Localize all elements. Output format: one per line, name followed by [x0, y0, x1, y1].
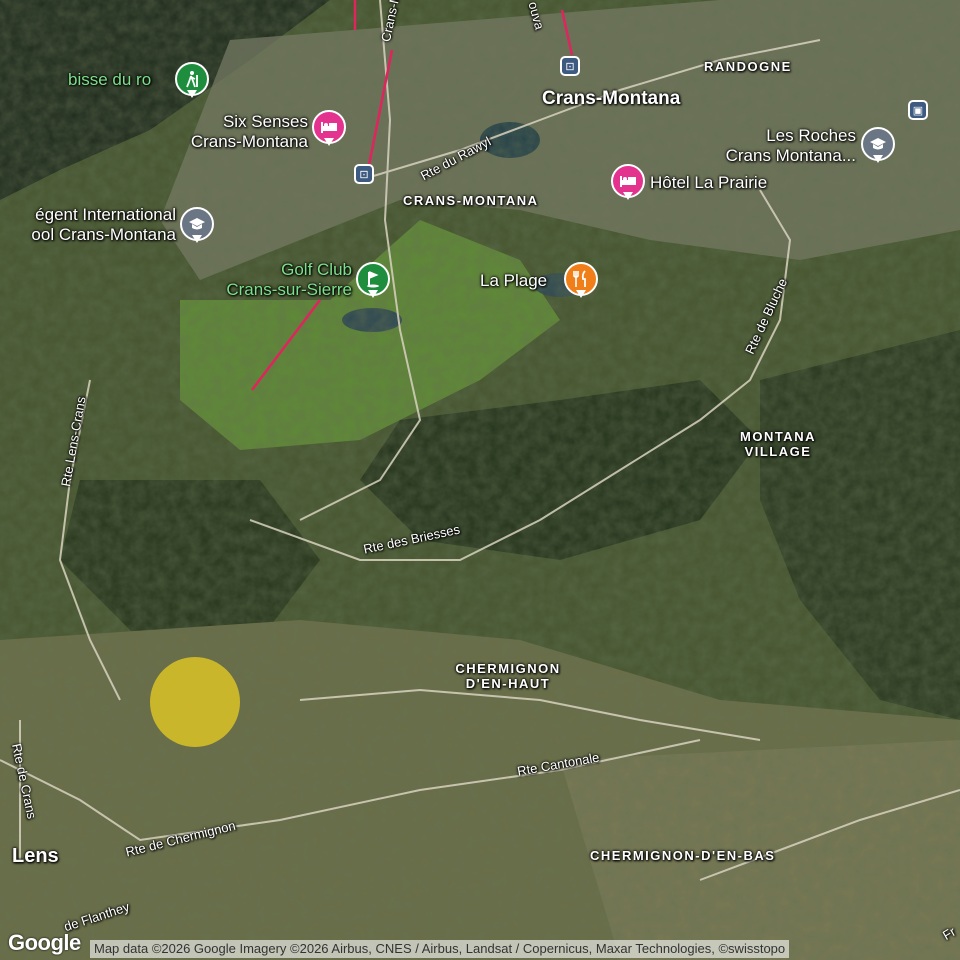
place-chermignon-en-bas[interactable]: CHERMIGNON-D'EN-BAS [590, 848, 775, 863]
place-crans-montana-small[interactable]: CRANS-MONTANA [403, 193, 539, 208]
map-attribution-bar: Google Map data ©2026 Google Imagery ©20… [0, 930, 960, 960]
poi-hotel-la-prairie[interactable] [611, 164, 645, 200]
place-montana-village-label: MONTANA VILLAGE [740, 429, 816, 459]
poi-golf-club-label[interactable]: Golf Club Crans-sur-Sierre [200, 260, 352, 300]
poi-six-senses[interactable] [312, 110, 346, 146]
poi-la-plage[interactable] [564, 262, 598, 298]
poi-hotel-la-prairie-label[interactable]: Hôtel La Prairie [650, 173, 767, 193]
train-station-icon[interactable]: ▣ [908, 100, 928, 120]
poi-bisse-du-ro-label[interactable]: bisse du ro [68, 70, 151, 90]
poi-bisse-du-ro[interactable] [175, 62, 209, 98]
place-randogne[interactable]: RANDOGNE [704, 59, 792, 74]
cable-car-stop-icon[interactable]: ⊡ [354, 164, 374, 184]
poi-les-roches[interactable] [861, 127, 895, 163]
poi-golf-club[interactable] [356, 262, 390, 298]
poi-la-plage-label[interactable]: La Plage [480, 271, 547, 291]
google-logo: Google [8, 930, 81, 955]
poi-regent-school[interactable] [180, 207, 214, 243]
satellite-map[interactable]: Crans-Montana RANDOGNE CRANS-MONTANA MON… [0, 0, 960, 960]
highlighted-area-circle [150, 657, 240, 747]
place-crans-montana[interactable]: Crans-Montana [542, 88, 680, 110]
place-chermignon-en-haut-label: CHERMIGNON D'EN-HAUT [455, 661, 561, 691]
poi-six-senses-label[interactable]: Six Senses Crans-Montana [164, 112, 308, 152]
poi-les-roches-label[interactable]: Les Roches Crans Montana... [700, 126, 856, 166]
place-chermignon-en-haut[interactable]: CHERMIGNON D'EN-HAUT [449, 661, 567, 691]
cable-car-stop-icon[interactable]: ⊡ [560, 56, 580, 76]
poi-regent-school-label[interactable]: égent International ool Crans-Montana [2, 205, 176, 245]
place-montana-village[interactable]: MONTANA VILLAGE [733, 429, 823, 459]
place-lens[interactable]: Lens [12, 845, 59, 868]
map-attribution-text[interactable]: Map data ©2026 Google Imagery ©2026 Airb… [90, 940, 790, 958]
